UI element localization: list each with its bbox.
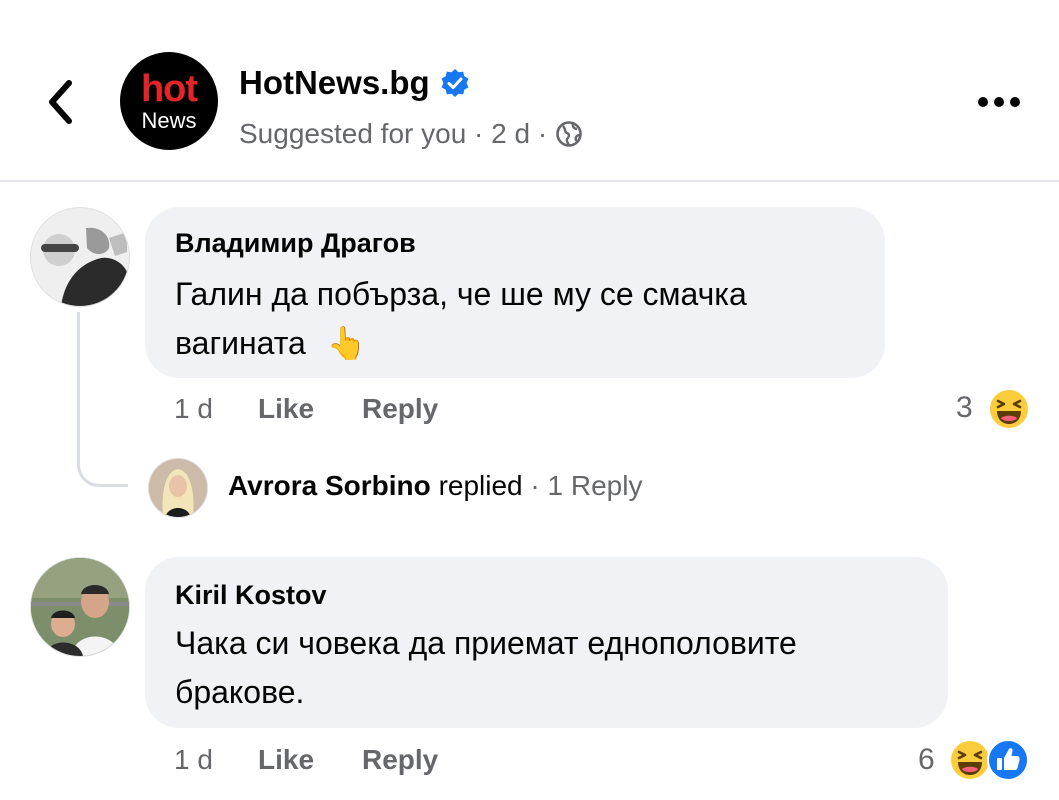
verified-badge-icon (441, 69, 469, 97)
replier-avatar[interactable] (148, 458, 208, 518)
thread-connector (77, 312, 128, 487)
post-subtitle: Suggested for you · 2 d · (239, 118, 548, 149)
logo-news-text: News (141, 108, 197, 133)
reply-button[interactable]: Reply (362, 744, 438, 776)
view-replies-link[interactable]: Avrora Sorbino replied · 1 Reply (228, 470, 642, 502)
reaction-count[interactable]: 3 (956, 391, 973, 425)
like-reaction-icon[interactable] (986, 738, 1030, 782)
page-name[interactable]: HotNews.bg (239, 64, 430, 102)
commenter-avatar[interactable] (30, 207, 130, 307)
separator-dot: · (530, 470, 540, 501)
comment-text-line: Чака си човека да приемат еднополовите (175, 625, 797, 661)
replied-verb: replied (438, 470, 523, 501)
comment-text-line: вагината 👆 (175, 319, 367, 368)
page-name-row: HotNews.bg (239, 64, 470, 102)
reaction-count[interactable]: 6 (918, 743, 935, 777)
more-options-dot (1010, 97, 1020, 107)
chevron-left-icon (49, 80, 72, 124)
pointing-up-emoji: 👆 (326, 325, 367, 361)
globe-icon (556, 121, 582, 147)
avatar-photo (31, 558, 129, 656)
like-button[interactable]: Like (258, 393, 314, 425)
logo-hot-text: hot (140, 68, 198, 110)
reply-count: 1 Reply (547, 470, 643, 501)
comment-author[interactable]: Владимир Драгов (175, 228, 416, 259)
back-button[interactable] (36, 74, 84, 130)
comment-text-fragment: вагината (175, 325, 306, 361)
haha-reaction-icon[interactable] (987, 387, 1031, 431)
commenter-avatar[interactable] (30, 557, 130, 657)
more-options-dot (994, 97, 1004, 107)
reply-button[interactable]: Reply (362, 393, 438, 425)
like-button[interactable]: Like (258, 744, 314, 776)
comment-time: 1 d (174, 744, 213, 775)
replier-name: Avrora Sorbino (228, 470, 431, 501)
comment-text-line: бракове. (175, 674, 305, 710)
page-avatar[interactable]: hot News (120, 52, 218, 150)
post-comments-screen: hot News HotNews.bg Suggested for you · … (0, 0, 1059, 800)
comment-text-line: Галин да побърза, че ше му се смачка (175, 276, 747, 312)
more-options-icon (978, 97, 988, 107)
post-header: hot News HotNews.bg Suggested for you · … (0, 0, 1059, 182)
comment-author[interactable]: Kiril Kostov (175, 580, 327, 611)
post-meta-row: Suggested for you · 2 d · (239, 118, 583, 150)
avatar-photo (149, 459, 207, 517)
more-options-button[interactable] (974, 84, 1024, 120)
avatar-photo (31, 208, 129, 306)
comment-time: 1 d (174, 393, 213, 424)
